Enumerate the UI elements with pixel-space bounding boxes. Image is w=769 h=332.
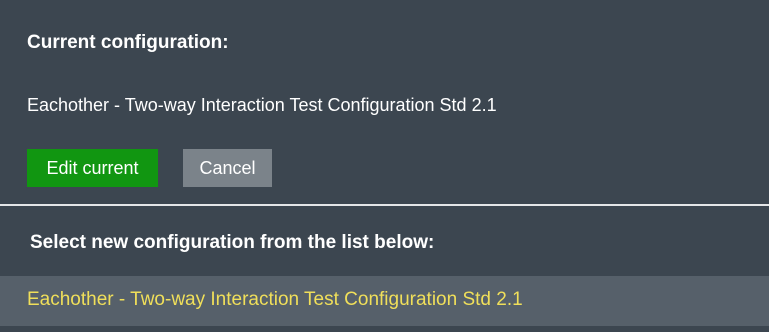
- current-configuration-heading: Current configuration:: [27, 32, 229, 53]
- current-configuration-name: Eachother - Two-way Interaction Test Con…: [27, 95, 497, 115]
- cancel-button[interactable]: Cancel: [183, 149, 272, 187]
- list-item-label: Eachother - Two-way Interaction Test Con…: [27, 289, 523, 310]
- current-configuration-section: Current configuration: Eachother - Two-w…: [0, 0, 769, 204]
- list-item[interactable]: Eachother - Two-way Interaction Test Con…: [0, 276, 769, 326]
- configuration-list: Eachother - Two-way Interaction Test Con…: [0, 276, 769, 332]
- edit-current-button[interactable]: Edit current: [27, 149, 158, 187]
- section-divider: [0, 204, 769, 206]
- configuration-panel: Current configuration: Eachother - Two-w…: [0, 0, 769, 332]
- select-configuration-heading: Select new configuration from the list b…: [30, 232, 435, 253]
